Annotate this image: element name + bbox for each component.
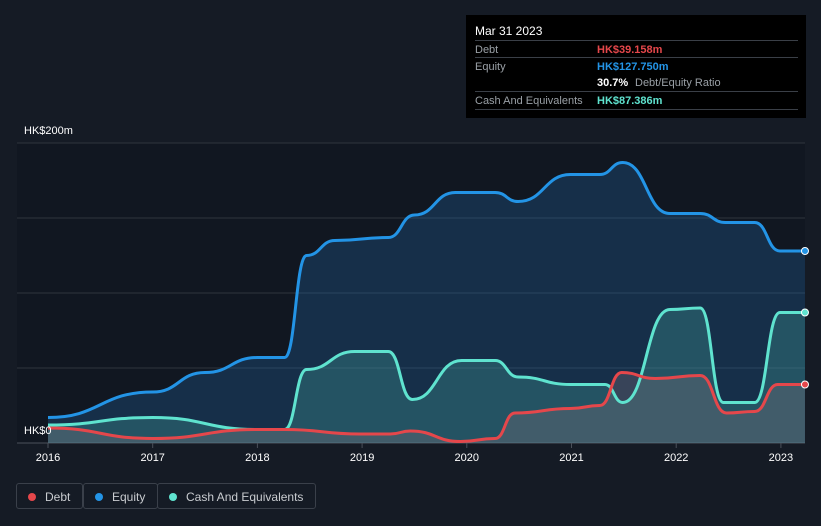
tooltip-date: Mar 31 2023: [475, 24, 543, 38]
x-tick-label: 2016: [36, 452, 60, 464]
legend-label: Cash And Equivalents: [186, 490, 304, 504]
x-tick-label: 2017: [140, 452, 164, 464]
equity-dot-icon: [95, 493, 103, 501]
y-label-bottom: HK$0: [24, 425, 52, 437]
x-tick-label: 2018: [245, 452, 269, 464]
legend-label: Debt: [45, 490, 71, 504]
y-label-top: HK$200m: [24, 125, 73, 137]
tooltip: Mar 31 2023 Debt HK$39.158m Equity HK$127.…: [466, 15, 806, 118]
cash-dot-icon: [169, 493, 177, 501]
legend-cash[interactable]: Cash And Equivalents: [157, 483, 317, 509]
debt-end-point: [800, 380, 809, 389]
legend-equity[interactable]: Equity: [83, 483, 159, 509]
legend-debt[interactable]: Debt: [16, 483, 84, 509]
tooltip-cash-value: HK$87.386m: [597, 95, 663, 107]
x-tick-label: 2020: [455, 452, 479, 464]
legend-label: Equity: [112, 490, 146, 504]
cash-and-equivalents-end-point: [800, 308, 809, 317]
debt-dot-icon: [28, 493, 36, 501]
equity-end-point: [800, 247, 809, 255]
x-tick-label: 2021: [559, 452, 583, 464]
tooltip-cash-label: Cash And Equivalents: [475, 95, 583, 107]
x-tick-label: 2019: [350, 452, 374, 464]
tooltip-ratio-label: Debt/Equity Ratio: [635, 77, 721, 89]
x-tick-label: 2022: [664, 452, 688, 464]
x-tick-label: 2023: [769, 452, 793, 464]
tooltip-ratio-value: 30.7%: [597, 77, 629, 89]
